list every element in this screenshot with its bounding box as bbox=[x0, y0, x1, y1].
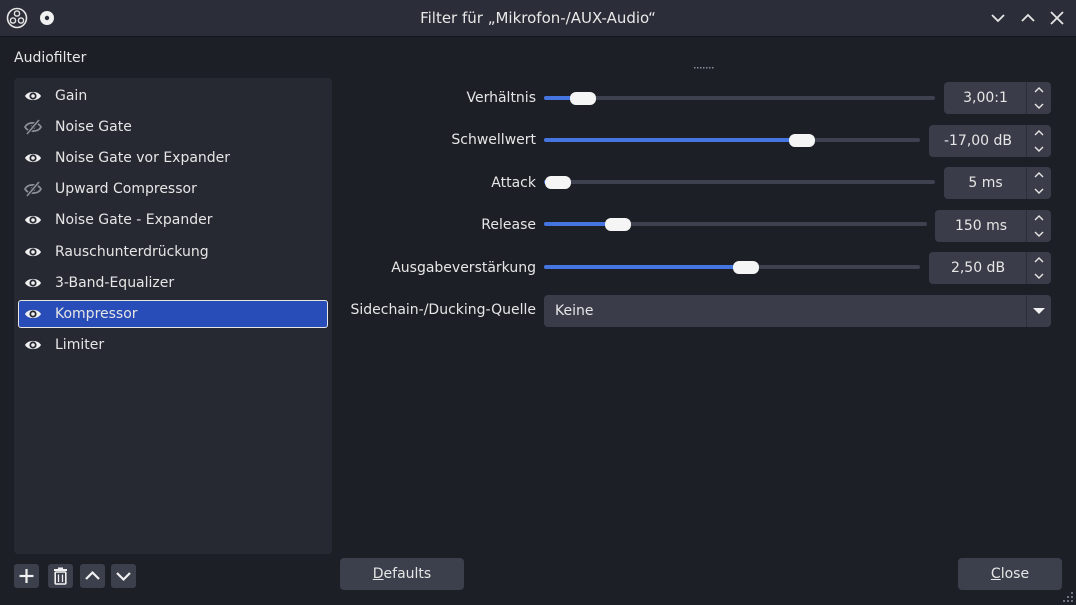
decrement-icon[interactable] bbox=[1032, 142, 1046, 156]
eye-icon[interactable] bbox=[24, 243, 42, 261]
attack-spinbox[interactable]: 5 ms bbox=[944, 167, 1051, 199]
filter-item[interactable]: Limiter bbox=[18, 331, 328, 359]
eye-icon[interactable] bbox=[24, 149, 42, 167]
filter-list-heading: Audiofilter bbox=[14, 50, 87, 66]
move-down-icon bbox=[116, 572, 131, 582]
spin-arrows bbox=[1026, 125, 1051, 157]
eye-off-icon[interactable] bbox=[23, 118, 43, 136]
filter-item[interactable]: Noise Gate - Expander bbox=[18, 206, 328, 234]
sidechain-label: Sidechain-/Ducking-Quelle bbox=[350, 302, 536, 318]
filter-item-label: Gain bbox=[55, 88, 88, 104]
decrement-icon[interactable] bbox=[1032, 184, 1046, 198]
eye-off-icon[interactable] bbox=[23, 180, 43, 198]
remove-filter-button[interactable] bbox=[48, 564, 73, 588]
ratio-slider[interactable] bbox=[544, 88, 935, 108]
defaults-button[interactable]: Defaults bbox=[340, 558, 464, 590]
slider-handle[interactable] bbox=[605, 218, 632, 231]
increment-icon[interactable] bbox=[1032, 126, 1046, 140]
minimize-icon[interactable] bbox=[988, 8, 1008, 28]
trash-icon bbox=[54, 567, 67, 585]
ratio-value[interactable]: 3,00:1 bbox=[944, 82, 1027, 114]
filter-item-label: Kompressor bbox=[55, 306, 138, 322]
release-label: Release bbox=[481, 217, 536, 233]
increment-icon[interactable] bbox=[1032, 83, 1046, 97]
add-filter-button[interactable] bbox=[14, 564, 39, 588]
close-label: lose bbox=[1000, 566, 1030, 582]
filter-list[interactable]: Gain Noise Gate Noise Gate vor Expander Upw… bbox=[14, 78, 332, 554]
filter-item-label: Rauschunterdrückung bbox=[55, 244, 209, 260]
threshold-value[interactable]: -17,00 dB bbox=[929, 125, 1027, 157]
ratio-spinbox[interactable]: 3,00:1 bbox=[944, 82, 1051, 114]
slider-handle[interactable] bbox=[732, 261, 759, 274]
attack-slider[interactable] bbox=[544, 172, 935, 192]
defaults-label: efaults bbox=[383, 566, 432, 582]
eye-icon[interactable] bbox=[24, 87, 42, 105]
slider-fill bbox=[544, 265, 746, 269]
eye-icon[interactable] bbox=[24, 336, 42, 354]
spin-arrows bbox=[1026, 82, 1051, 114]
slider-handle[interactable] bbox=[788, 134, 815, 147]
decrement-icon[interactable] bbox=[1032, 99, 1046, 113]
increment-icon[interactable] bbox=[1032, 211, 1046, 225]
slider-track bbox=[544, 96, 935, 100]
add-icon bbox=[19, 569, 34, 583]
slider-track bbox=[544, 180, 935, 184]
eye-icon[interactable] bbox=[24, 211, 42, 229]
increment-icon[interactable] bbox=[1032, 168, 1046, 182]
resize-grip-icon[interactable] bbox=[1062, 591, 1074, 603]
eye-icon[interactable] bbox=[24, 305, 42, 323]
sidechain-select[interactable]: Keine bbox=[544, 295, 1051, 327]
title-bar: Filter für „Mikrofon-/AUX-Audio“ bbox=[0, 0, 1076, 37]
filter-item-label: Noise Gate - Expander bbox=[55, 212, 213, 228]
move-filter-down-button[interactable] bbox=[111, 564, 136, 588]
filter-item[interactable]: Upward Compressor bbox=[18, 175, 328, 203]
filter-item[interactable]: 3-Band-Equalizer bbox=[18, 269, 328, 297]
splitter-grip-icon[interactable] bbox=[694, 66, 714, 69]
filter-item-label: 3-Band-Equalizer bbox=[55, 275, 175, 291]
output-gain-value[interactable]: 2,50 dB bbox=[929, 252, 1027, 284]
slider-fill bbox=[544, 138, 802, 142]
close-icon[interactable] bbox=[1047, 8, 1067, 28]
eye-icon[interactable] bbox=[24, 274, 42, 292]
threshold-slider[interactable] bbox=[544, 130, 920, 150]
output-gain-slider[interactable] bbox=[544, 257, 920, 277]
filter-item[interactable]: Noise Gate vor Expander bbox=[18, 144, 328, 172]
defaults-mnemonic: D bbox=[372, 566, 384, 582]
attack-value[interactable]: 5 ms bbox=[944, 167, 1027, 199]
release-spinbox[interactable]: 150 ms bbox=[935, 210, 1051, 242]
chevron-down-icon bbox=[1033, 308, 1045, 314]
filter-item-label: Noise Gate vor Expander bbox=[55, 150, 231, 166]
decrement-icon[interactable] bbox=[1032, 227, 1046, 241]
output-gain-label: Ausgabeverstärkung bbox=[391, 260, 536, 276]
maximize-icon[interactable] bbox=[1018, 8, 1038, 28]
close-mnemonic: C bbox=[990, 566, 1001, 582]
move-up-icon bbox=[85, 570, 100, 580]
attack-label: Attack bbox=[491, 175, 536, 191]
decrement-icon[interactable] bbox=[1032, 269, 1046, 283]
slider-handle[interactable] bbox=[545, 176, 571, 189]
spin-arrows bbox=[1026, 210, 1051, 242]
release-slider[interactable] bbox=[544, 214, 927, 234]
threshold-spinbox[interactable]: -17,00 dB bbox=[929, 125, 1051, 157]
filter-item[interactable]: Rauschunterdrückung bbox=[18, 238, 328, 266]
spin-arrows bbox=[1026, 252, 1051, 284]
filter-item[interactable]: Gain bbox=[18, 82, 328, 110]
filter-item-label: Noise Gate bbox=[55, 119, 132, 135]
window-title: Filter für „Mikrofon-/AUX-Audio“ bbox=[420, 9, 656, 27]
close-button[interactable]: Close bbox=[958, 558, 1062, 590]
spin-arrows bbox=[1026, 167, 1051, 199]
filter-item-label: Limiter bbox=[55, 337, 105, 353]
increment-icon[interactable] bbox=[1032, 253, 1046, 267]
sidechain-value: Keine bbox=[555, 303, 594, 319]
move-filter-up-button[interactable] bbox=[80, 564, 105, 588]
dropdown-button[interactable] bbox=[1026, 295, 1051, 327]
threshold-label: Schwellwert bbox=[451, 132, 536, 148]
slider-handle[interactable] bbox=[570, 92, 597, 105]
filter-item[interactable]: Noise Gate bbox=[18, 113, 328, 141]
output-gain-spinbox[interactable]: 2,50 dB bbox=[929, 252, 1051, 284]
ratio-label: Verhältnis bbox=[466, 90, 536, 106]
filter-item[interactable]: Kompressor bbox=[18, 300, 328, 328]
release-value[interactable]: 150 ms bbox=[935, 210, 1027, 242]
filter-item-label: Upward Compressor bbox=[55, 181, 197, 197]
